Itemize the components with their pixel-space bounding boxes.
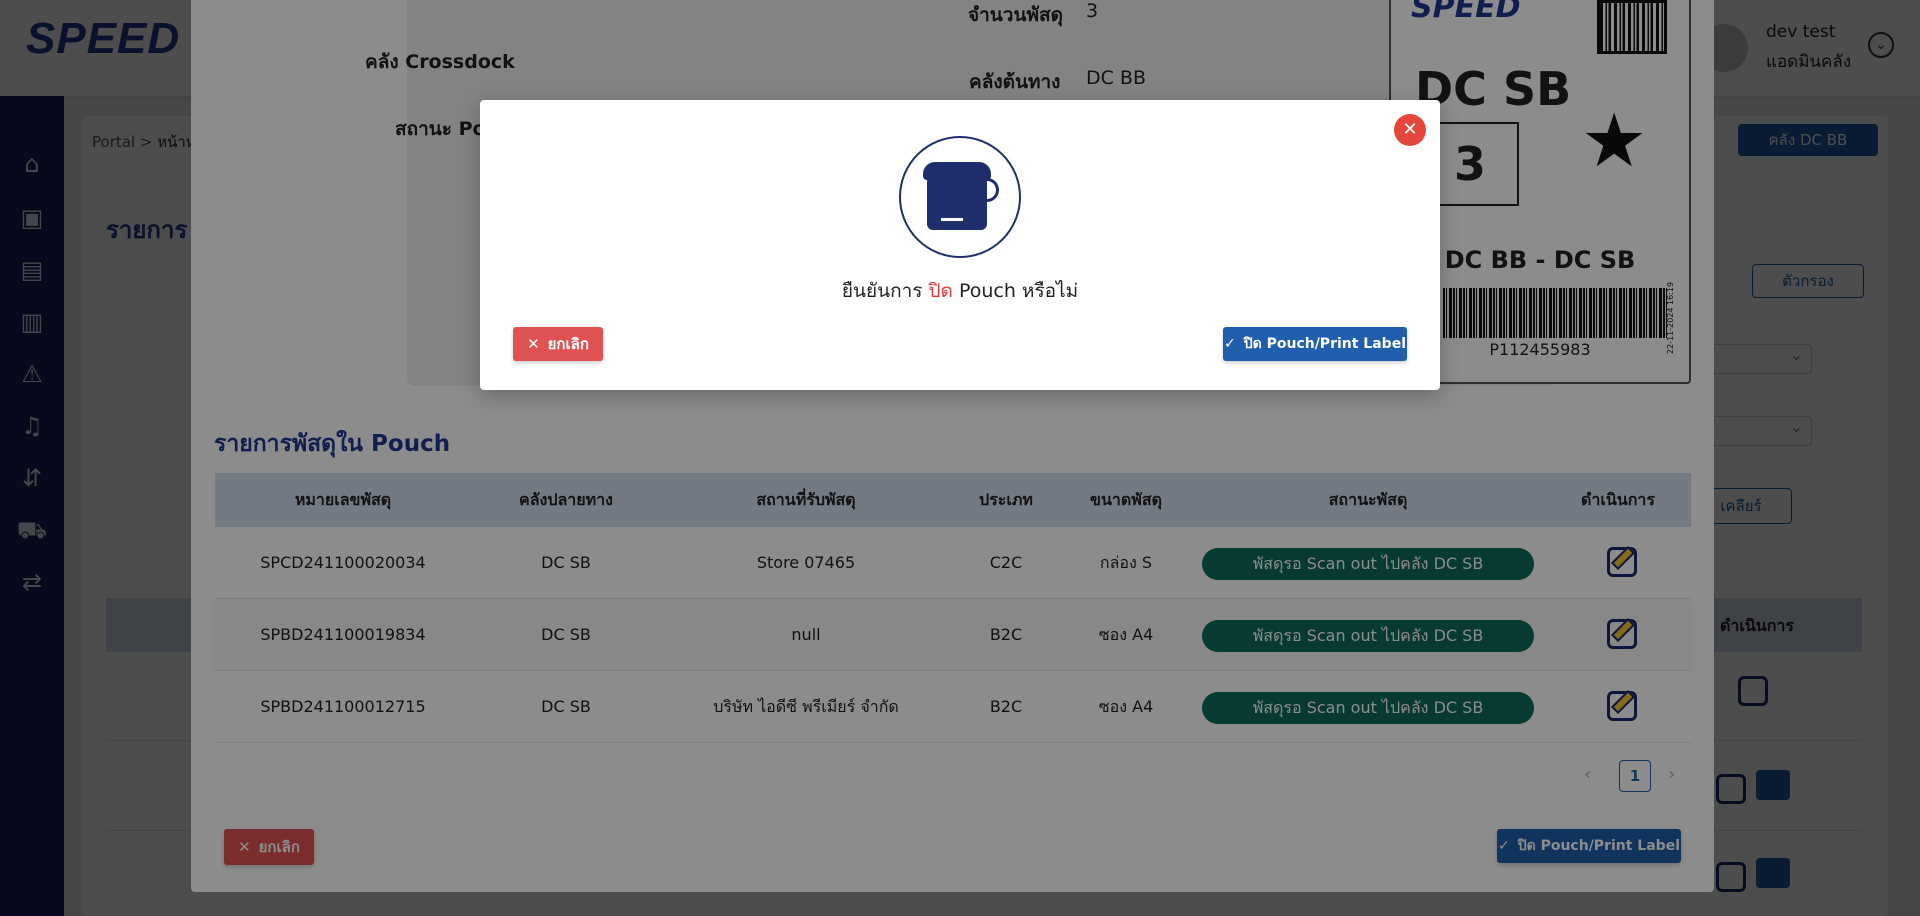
confirm-message-after: Pouch หรือไม่ [958, 280, 1079, 302]
pouch-bag-handle [979, 178, 999, 202]
dialog-cancel-button[interactable]: ✕ ยกเลิก [513, 327, 603, 361]
confirm-message: ยืนยันการ ปิด Pouch หรือไม่ [480, 276, 1440, 306]
dialog-cancel-label: ยกเลิก [547, 335, 589, 353]
pouch-bag-body [927, 172, 987, 230]
confirm-dialog: ✕ ยืนยันการ ปิด Pouch หรือไม่ ✕ ยกเลิก ✓ ป… [480, 100, 1440, 390]
dialog-confirm-label: ปิด Pouch/Print Label [1243, 336, 1406, 352]
pouch-bag-line [941, 218, 963, 221]
close-icon: ✕ [527, 335, 540, 353]
confirm-message-before: ยืนยันการ [841, 280, 923, 302]
check-icon: ✓ [1224, 336, 1236, 352]
close-icon[interactable]: ✕ [1394, 114, 1426, 146]
confirm-message-highlight: ปิด [928, 280, 953, 302]
dialog-confirm-button[interactable]: ✓ ปิด Pouch/Print Label [1223, 327, 1407, 361]
pouch-icon [899, 136, 1021, 258]
